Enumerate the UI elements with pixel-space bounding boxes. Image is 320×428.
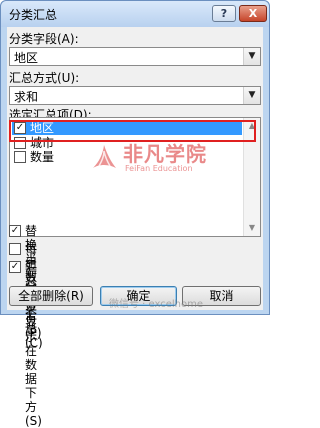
group-by-value: 地区 <box>14 51 39 65</box>
list-item-quantity[interactable]: 数量 <box>12 150 242 164</box>
summary-function-label: 汇总方式(U): <box>9 71 80 85</box>
checkbox-quantity[interactable] <box>14 151 26 163</box>
scroll-down-icon[interactable]: ▼ <box>244 220 260 236</box>
checkbox-replace-current[interactable]: ✓ <box>9 225 21 237</box>
dialog-title: 分类汇总 <box>9 8 58 22</box>
cancel-button[interactable]: 取消 <box>182 286 261 306</box>
checkbox-summary-below[interactable]: ✓ <box>9 261 21 273</box>
remove-all-button[interactable]: 全部删除(R) <box>9 286 93 306</box>
close-button[interactable]: X <box>239 5 267 22</box>
chevron-down-icon[interactable]: ▼ <box>243 48 260 65</box>
chevron-down-icon[interactable]: ▼ <box>243 87 260 104</box>
summary-function-select[interactable]: 求和 ▼ <box>9 86 261 105</box>
list-item-label: 数量 <box>30 150 55 164</box>
dialog-body: 分类字段(A): 地区 ▼ 汇总方式(U): 求和 ▼ 选定汇总项(D): ✓ … <box>7 27 263 428</box>
summary-function-value: 求和 <box>14 90 39 104</box>
checkbox-page-break[interactable] <box>9 243 21 255</box>
title-bar[interactable]: 分类汇总 ? X <box>1 1 269 27</box>
ok-button[interactable]: 确定 <box>100 286 177 306</box>
group-by-select[interactable]: 地区 ▼ <box>9 47 261 66</box>
annotation-highlight-box <box>9 120 256 142</box>
help-button[interactable]: ? <box>212 5 236 22</box>
group-by-label: 分类字段(A): <box>9 32 79 46</box>
subtotal-dialog: 分类汇总 ? X 分类字段(A): 地区 ▼ 汇总方式(U): 求和 ▼ 选定汇… <box>0 0 270 428</box>
